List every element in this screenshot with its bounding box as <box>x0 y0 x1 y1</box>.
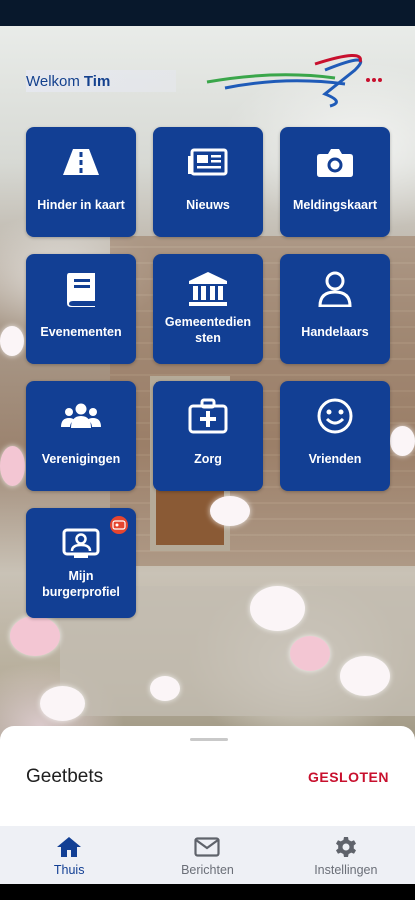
tile-hinder-in-kaart[interactable]: Hinder in kaart <box>26 127 136 237</box>
tile-handelaars[interactable]: Handelaars <box>280 254 390 364</box>
blossom <box>390 426 415 456</box>
nav-label: Thuis <box>53 862 85 877</box>
tile-meldingskaart[interactable]: Meldingskaart <box>280 127 390 237</box>
burgerprofiel-badge <box>110 516 128 534</box>
home-icon <box>56 834 82 860</box>
welcome-banner: Welkom Tim <box>26 70 176 92</box>
tile-label: Hinder in kaart <box>37 198 125 212</box>
first-aid-icon <box>153 381 263 451</box>
tile-label: Evenementen <box>40 325 122 339</box>
location-name: Geetbets <box>26 766 104 787</box>
tile-gemeentediensten[interactable]: Gemeentedien sten <box>153 254 263 364</box>
blossom <box>290 636 330 671</box>
person-icon <box>280 254 390 324</box>
tile-label: Mijn burgerprofiel <box>42 569 120 599</box>
group-icon <box>26 381 136 451</box>
book-icon <box>26 254 136 324</box>
tile-label: Zorg <box>194 452 222 466</box>
nav-instellingen[interactable]: Instellingen <box>277 826 415 884</box>
system-navigation-bar <box>0 884 415 900</box>
nav-thuis[interactable]: Thuis <box>0 826 138 884</box>
camera-icon <box>280 127 390 197</box>
blossom <box>10 616 60 656</box>
road-icon <box>26 127 136 197</box>
blossom <box>150 676 180 701</box>
blossom <box>40 686 85 721</box>
sheet-drag-handle[interactable] <box>190 738 228 741</box>
blossom <box>250 586 305 631</box>
newspaper-icon <box>153 127 263 197</box>
blossom <box>210 496 250 526</box>
tile-label: Meldingskaart <box>292 198 378 212</box>
welcome-name: Tim <box>83 72 111 90</box>
municipality-logo <box>206 54 382 108</box>
tile-label: Gemeentedien sten <box>164 315 252 345</box>
tile-label: Verenigingen <box>41 452 121 466</box>
gear-icon <box>334 834 358 860</box>
tile-vrienden[interactable]: Vrienden <box>280 381 390 491</box>
bottom-navigation: Thuis Berichten Instellingen <box>0 826 415 884</box>
tile-mijn-burgerprofiel[interactable]: Mijn burgerprofiel <box>26 508 136 618</box>
smiley-icon <box>280 381 390 451</box>
blossom <box>0 446 25 486</box>
tile-label: Nieuws <box>186 198 230 212</box>
nav-label: Instellingen <box>314 862 378 877</box>
blossom <box>0 326 24 356</box>
tile-verenigingen[interactable]: Verenigingen <box>26 381 136 491</box>
envelope-icon <box>194 834 221 860</box>
tile-evenementen[interactable]: Evenementen <box>26 254 136 364</box>
tile-zorg[interactable]: Zorg <box>153 381 263 491</box>
nav-label: Berichten <box>181 862 234 877</box>
welcome-prefix: Welkom <box>26 72 80 90</box>
nav-berichten[interactable]: Berichten <box>138 826 276 884</box>
status-bar <box>0 0 415 26</box>
opening-status: GESLOTEN <box>307 769 389 785</box>
tile-label: Vrienden <box>308 452 362 466</box>
tile-nieuws[interactable]: Nieuws <box>153 127 263 237</box>
tile-label: Handelaars <box>301 325 369 339</box>
location-sheet[interactable]: Geetbets GESLOTEN <box>0 726 415 826</box>
blossom <box>340 656 390 696</box>
